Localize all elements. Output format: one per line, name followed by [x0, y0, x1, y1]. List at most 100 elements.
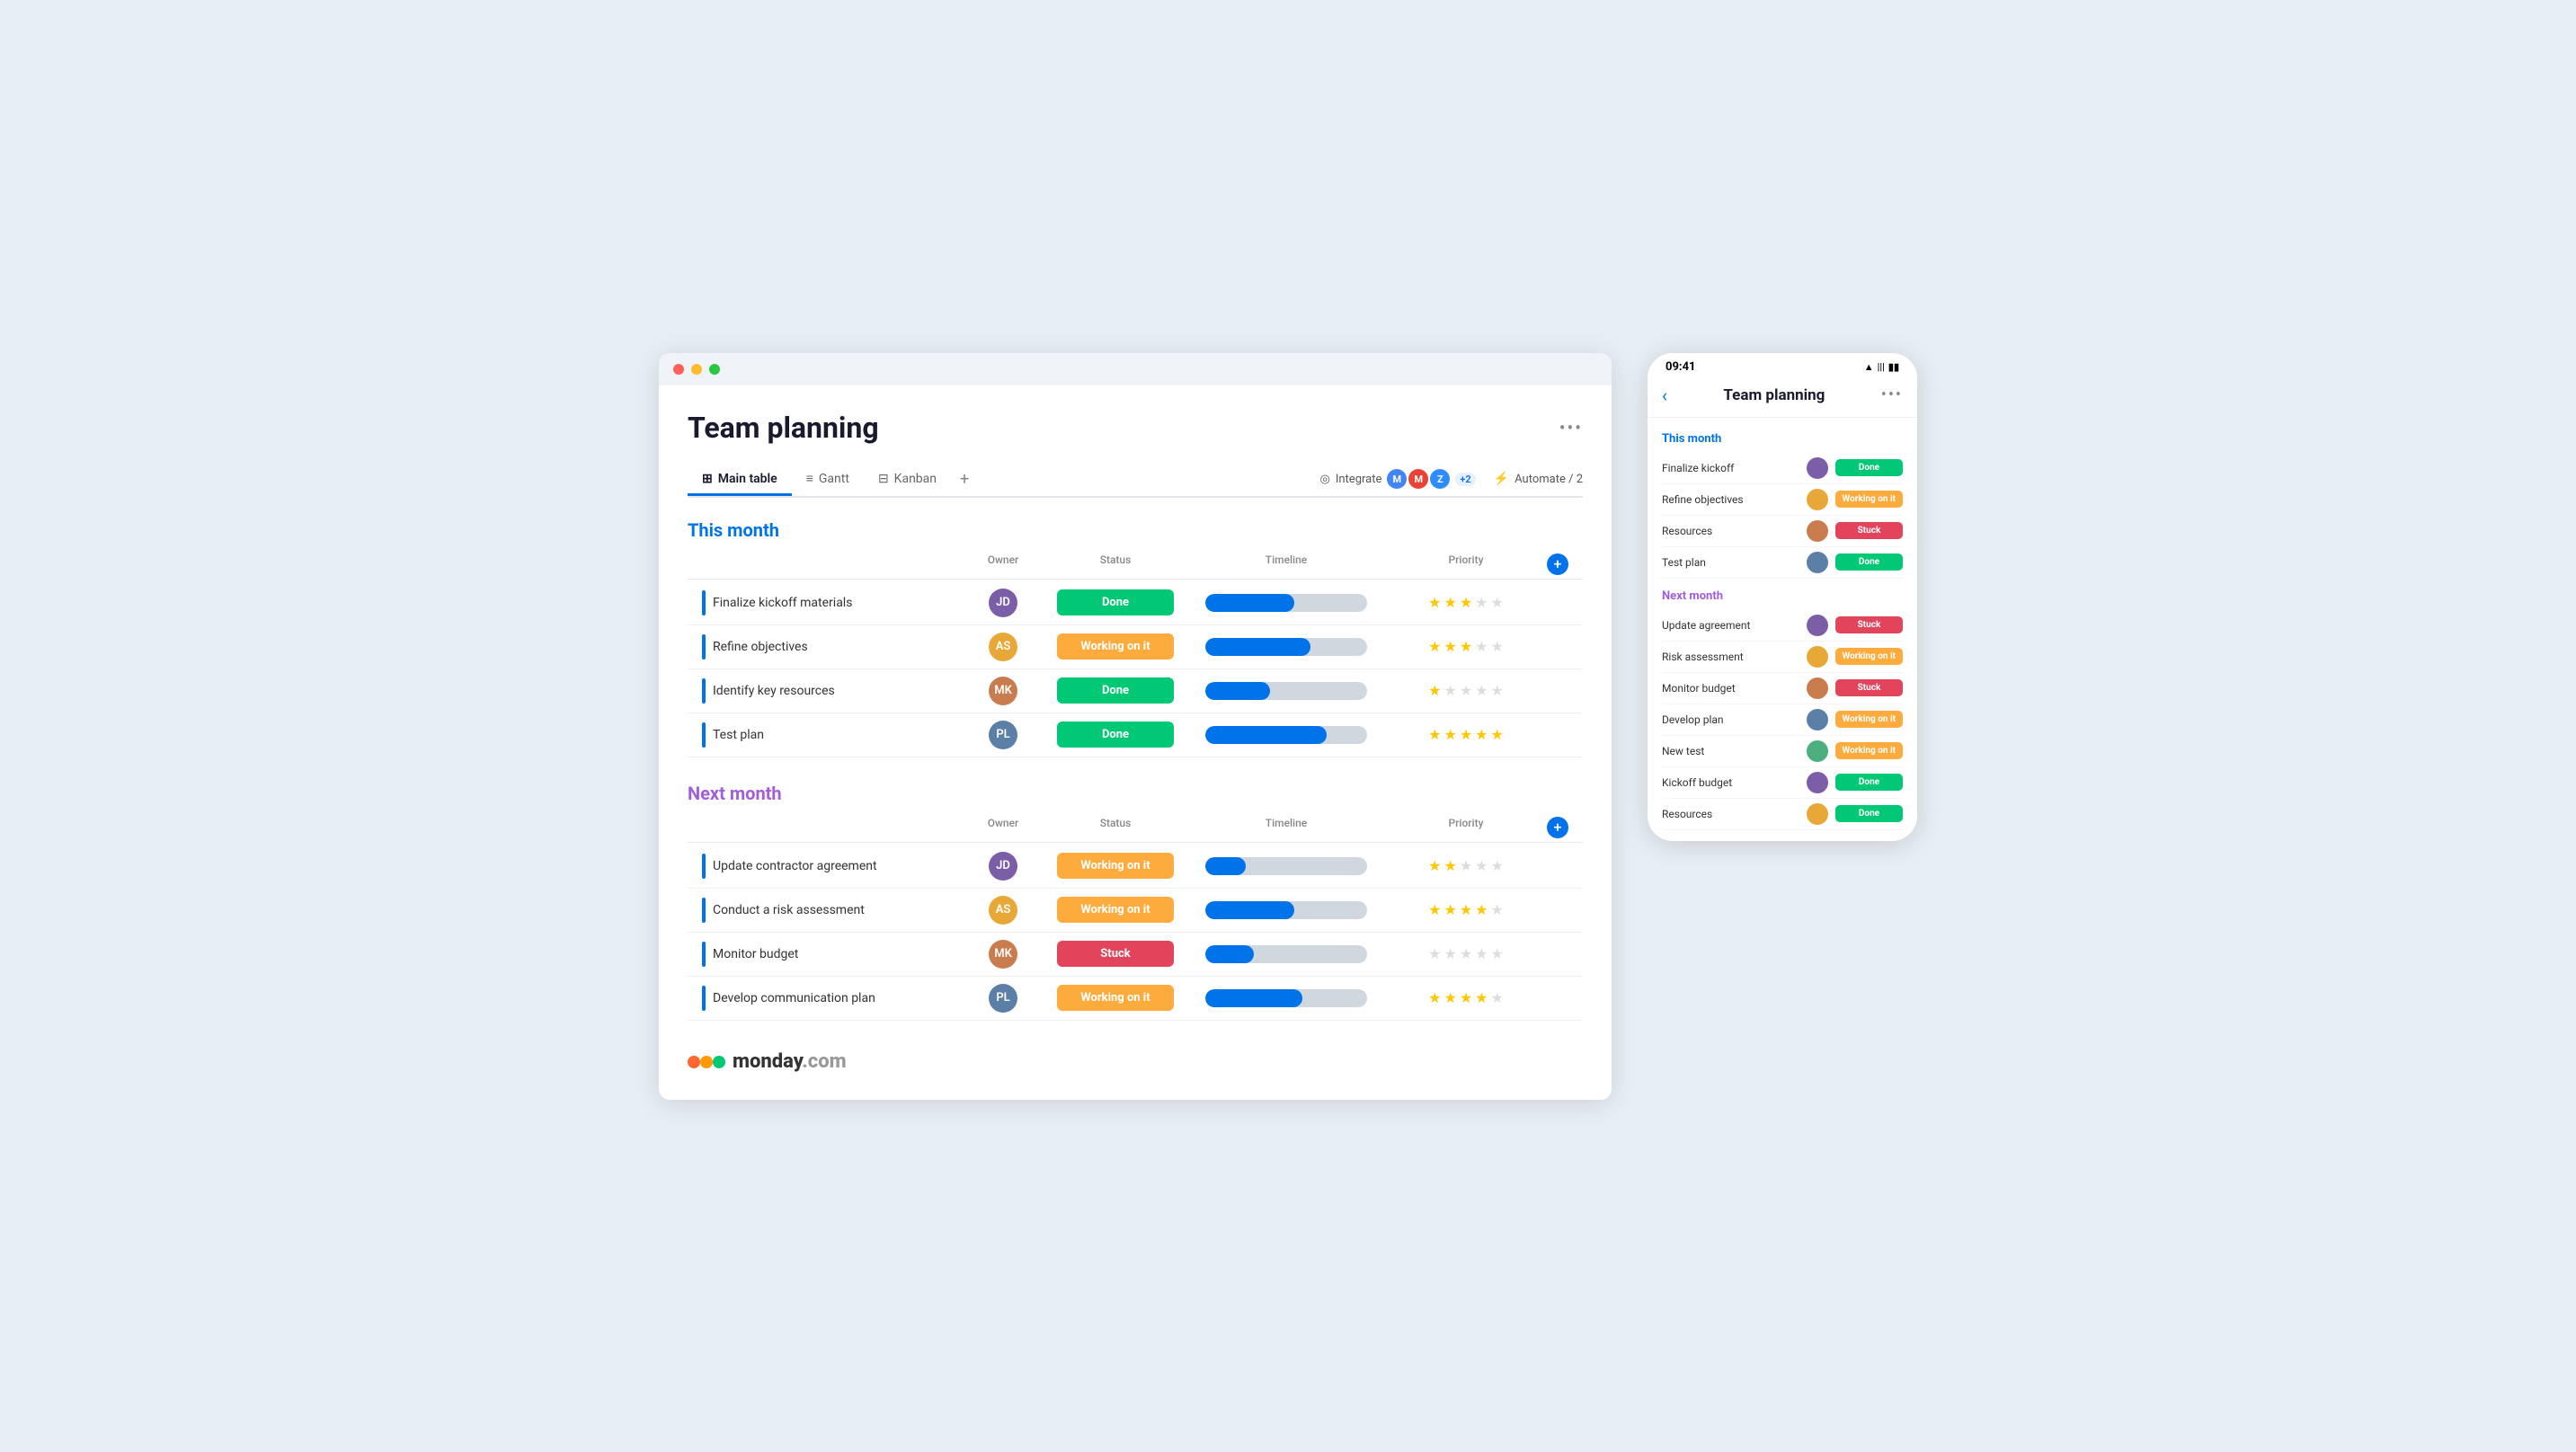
add-column-button-2[interactable]: +: [1547, 817, 1568, 838]
star: ★: [1491, 594, 1504, 611]
tab-main-table[interactable]: ⊞ Main table: [688, 465, 792, 496]
status-badge[interactable]: Working on it: [1057, 985, 1174, 1011]
status-cell[interactable]: Working on it: [1044, 853, 1187, 879]
more-options-button[interactable]: •••: [1559, 417, 1583, 438]
desktop-app: Team planning ••• ⊞ Main table ≡ Gantt ⊟…: [659, 353, 1612, 1100]
status-cell[interactable]: Stuck: [1044, 941, 1187, 967]
task-cell: Monitor budget: [688, 934, 963, 974]
table-row[interactable]: Monitor budget MK Stuck ★★★★★: [688, 933, 1583, 977]
mobile-next-month-title: Next month: [1662, 589, 1903, 603]
status-badge[interactable]: Working on it: [1057, 853, 1174, 879]
mobile-avatar: [1807, 740, 1828, 762]
mobile-time: 09:41: [1666, 360, 1696, 374]
star: ★: [1491, 638, 1504, 655]
mobile-status-badge[interactable]: Working on it: [1835, 742, 1903, 759]
app-header: Team planning •••: [688, 411, 1583, 445]
owner-cell: AS: [963, 633, 1044, 661]
task-name: Monitor budget: [713, 947, 798, 961]
star: ★: [1443, 945, 1456, 962]
mobile-status-badge[interactable]: Working on it: [1835, 491, 1903, 508]
priority-cell: ★★★★★: [1385, 857, 1547, 874]
table-row[interactable]: Conduct a risk assessment AS Working on …: [688, 889, 1583, 933]
automate-action[interactable]: ⚡ Automate / 2: [1494, 472, 1583, 486]
star: ★: [1475, 682, 1488, 699]
avatar: JD: [989, 589, 1017, 617]
task-name: Finalize kickoff materials: [713, 596, 852, 610]
th-status: Status: [1044, 553, 1187, 575]
table-row[interactable]: Update contractor agreement JD Working o…: [688, 845, 1583, 889]
mobile-status-badge[interactable]: Done: [1835, 459, 1903, 476]
star: ★: [1428, 901, 1441, 918]
timeline-cell: [1187, 594, 1385, 612]
table-row[interactable]: Develop communication plan PL Working on…: [688, 977, 1583, 1021]
timeline-fill: [1205, 901, 1294, 919]
status-badge[interactable]: Stuck: [1057, 941, 1174, 967]
mobile-status-badge[interactable]: Stuck: [1835, 616, 1903, 633]
status-cell[interactable]: Working on it: [1044, 633, 1187, 660]
window-maximize-dot[interactable]: [709, 364, 720, 375]
mobile-status-badge[interactable]: Working on it: [1835, 711, 1903, 728]
tab-kanban[interactable]: ⊟ Kanban: [864, 465, 951, 496]
kanban-icon: ⊟: [878, 472, 889, 486]
status-badge[interactable]: Working on it: [1057, 633, 1174, 660]
mobile-status-badge[interactable]: Working on it: [1835, 648, 1903, 665]
nth-add: +: [1547, 817, 1583, 838]
mobile-task-name: Resources: [1662, 525, 1799, 537]
mobile-row[interactable]: Finalize kickoff Done: [1662, 453, 1903, 484]
mobile-more-button[interactable]: •••: [1881, 385, 1903, 404]
status-badge[interactable]: Done: [1057, 677, 1174, 704]
priority-cell: ★★★★★: [1385, 989, 1547, 1006]
window-close-dot[interactable]: [673, 364, 684, 375]
integrate-action[interactable]: ◎ Integrate M M Z +2: [1319, 469, 1475, 489]
add-tab-button[interactable]: +: [951, 463, 978, 496]
table-row[interactable]: Refine objectives AS Working on it ★★★★★: [688, 625, 1583, 669]
tab-gantt[interactable]: ≡ Gantt: [792, 464, 864, 496]
star: ★: [1475, 901, 1488, 918]
mobile-row[interactable]: Resources Done: [1662, 799, 1903, 830]
mobile-task-name: Kickoff budget: [1662, 776, 1799, 789]
status-badge[interactable]: Working on it: [1057, 897, 1174, 923]
mobile-row[interactable]: Kickoff budget Done: [1662, 767, 1903, 799]
mobile-status-badge[interactable]: Done: [1835, 774, 1903, 791]
table-row[interactable]: Identify key resources MK Done ★★★★★: [688, 669, 1583, 713]
mobile-row[interactable]: Test plan Done: [1662, 547, 1903, 579]
mobile-row[interactable]: Monitor budget Stuck: [1662, 673, 1903, 704]
table-row[interactable]: Test plan PL Done ★★★★★: [688, 713, 1583, 757]
mobile-row[interactable]: Develop plan Working on it: [1662, 704, 1903, 736]
priority-cell: ★★★★★: [1385, 638, 1547, 655]
status-cell[interactable]: Done: [1044, 677, 1187, 704]
mobile-row[interactable]: Refine objectives Working on it: [1662, 484, 1903, 516]
task-name: Update contractor agreement: [713, 859, 877, 873]
status-cell[interactable]: Done: [1044, 722, 1187, 748]
mobile-task-name: Test plan: [1662, 556, 1799, 569]
mobile-this-month-title: This month: [1662, 432, 1903, 446]
task-name: Refine objectives: [713, 640, 808, 654]
back-button[interactable]: ‹: [1662, 385, 1667, 406]
mobile-status-badge[interactable]: Stuck: [1835, 679, 1903, 696]
timeline-fill: [1205, 857, 1246, 875]
mobile-content: This month Finalize kickoff Done Refine …: [1648, 418, 1917, 841]
add-column-button[interactable]: +: [1547, 553, 1568, 575]
timeline-bar: [1205, 901, 1367, 919]
task-bar: [702, 898, 706, 923]
mobile-row[interactable]: Resources Stuck: [1662, 516, 1903, 547]
mobile-status-badge[interactable]: Done: [1835, 553, 1903, 571]
mobile-status-badge[interactable]: Stuck: [1835, 522, 1903, 539]
status-cell[interactable]: Working on it: [1044, 897, 1187, 923]
status-badge[interactable]: Done: [1057, 589, 1174, 615]
avatar: AS: [989, 633, 1017, 661]
status-badge[interactable]: Done: [1057, 722, 1174, 748]
mobile-row[interactable]: New test Working on it: [1662, 736, 1903, 767]
th-task: [688, 553, 963, 575]
mobile-row[interactable]: Risk assessment Working on it: [1662, 642, 1903, 673]
integrate-icon: ◎: [1319, 473, 1329, 486]
status-cell[interactable]: Done: [1044, 589, 1187, 615]
window-minimize-dot[interactable]: [691, 364, 702, 375]
mobile-status-badge[interactable]: Done: [1835, 805, 1903, 822]
mobile-row[interactable]: Update agreement Stuck: [1662, 610, 1903, 642]
table-row[interactable]: Finalize kickoff materials JD Done ★★★★★: [688, 581, 1583, 625]
star: ★: [1491, 945, 1504, 962]
timeline-cell: [1187, 901, 1385, 919]
mobile-task-name: Develop plan: [1662, 713, 1799, 726]
status-cell[interactable]: Working on it: [1044, 985, 1187, 1011]
